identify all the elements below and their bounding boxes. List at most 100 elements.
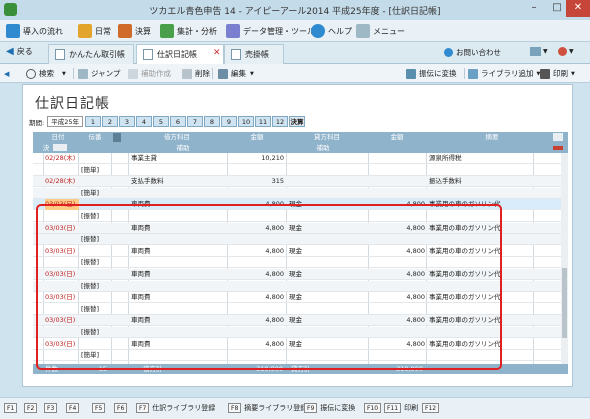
cell-date[interactable]: 02/28(木) xyxy=(45,176,79,187)
month-tab-6[interactable]: 6 xyxy=(169,116,186,127)
toggle-icon[interactable] xyxy=(53,144,67,151)
print-button[interactable]: 印刷 ▼ xyxy=(540,67,575,80)
header-debit-amount[interactable]: 金額 xyxy=(229,132,285,142)
cell-camount[interactable] xyxy=(370,165,425,176)
fkey-f4[interactable]: F4 xyxy=(66,403,82,413)
cell-slip[interactable] xyxy=(81,153,111,164)
assist-button[interactable]: 補助作成 xyxy=(128,67,171,80)
fkey-f3[interactable]: F3 xyxy=(44,403,60,413)
table-row[interactable]: [簡単] xyxy=(33,165,568,176)
search-button[interactable]: 検索 ▼ xyxy=(26,67,66,80)
cell-slip[interactable]: [簡単] xyxy=(81,165,111,176)
fkey-f5[interactable]: F5 xyxy=(92,403,108,413)
jump-button[interactable]: ジャンプ xyxy=(78,67,120,80)
menu-flow[interactable]: 導入の流れ xyxy=(6,23,63,39)
column-settings-icon[interactable] xyxy=(553,133,563,141)
cell-summary[interactable] xyxy=(429,165,533,176)
transfer-button[interactable]: 振伝に変換 xyxy=(406,67,457,80)
month-tab-2[interactable]: 2 xyxy=(101,116,118,127)
settings-dropdown[interactable]: ▼ xyxy=(530,47,548,56)
cell-damount[interactable]: 10,210 xyxy=(229,153,284,164)
menu-daily[interactable]: 日常 xyxy=(78,23,111,39)
month-tab-3[interactable]: 3 xyxy=(118,116,135,127)
delete-button[interactable]: 削除 xyxy=(182,67,210,80)
cell-summary[interactable] xyxy=(429,188,533,199)
header-summary[interactable]: 摘要 xyxy=(427,132,557,142)
header-debit-account[interactable]: 借方科目 xyxy=(129,132,225,142)
header-credit-account[interactable]: 貸方科目 xyxy=(287,132,367,142)
cell-slip[interactable]: [簡単] xyxy=(81,188,111,199)
cell-slip[interactable] xyxy=(81,176,111,187)
header-slip[interactable]: 伝番 xyxy=(81,132,109,142)
header-credit-sub: 補助 xyxy=(316,144,330,152)
menu-menu[interactable]: メニュー xyxy=(356,23,405,39)
table-row[interactable]: [簡単] xyxy=(33,187,568,199)
table-row[interactable]: 02/28(木) 事業主貸 10,210 源泉所得税 xyxy=(33,153,568,164)
cell-date[interactable] xyxy=(45,188,79,199)
cell-credit[interactable] xyxy=(289,176,367,187)
minimize-button[interactable]: – xyxy=(522,0,546,17)
collapse-arrow[interactable]: ◀ xyxy=(4,67,9,80)
menu-tools[interactable]: データ管理・ツール xyxy=(226,23,315,39)
cell-debit[interactable] xyxy=(131,188,225,199)
menu-label: 決算 xyxy=(135,26,151,36)
month-tab-7[interactable]: 7 xyxy=(186,116,203,127)
cell-damount[interactable] xyxy=(229,165,284,176)
month-tab-10[interactable]: 10 xyxy=(237,116,254,127)
month-tab-1[interactable]: 1 xyxy=(84,116,101,127)
scroll-thumb[interactable] xyxy=(562,268,567,338)
month-tab-settle[interactable]: 決算 xyxy=(288,116,305,127)
cell-credit[interactable] xyxy=(289,188,367,199)
cell-debit[interactable]: 事業主貸 xyxy=(131,153,225,164)
cell-damount[interactable] xyxy=(229,188,284,199)
cell-summary[interactable]: 振込手数料 xyxy=(429,176,533,187)
month-tab-8[interactable]: 8 xyxy=(203,116,220,127)
cell-credit[interactable] xyxy=(289,165,367,176)
receivable-icon xyxy=(231,49,241,60)
month-tab-5[interactable]: 5 xyxy=(152,116,169,127)
fkey-f6[interactable]: F6 xyxy=(114,403,130,413)
fkey-f8[interactable]: F8 摘要ライブラリ登録 xyxy=(228,403,307,413)
cell-damount[interactable]: 315 xyxy=(229,176,284,187)
fkey-f10[interactable]: F10 xyxy=(364,403,384,413)
cell-camount[interactable] xyxy=(370,188,425,199)
vertical-scrollbar[interactable] xyxy=(561,153,568,364)
month-tab-11[interactable]: 11 xyxy=(254,116,271,127)
month-tab-4[interactable]: 4 xyxy=(135,116,152,127)
header-date[interactable]: 日付 xyxy=(45,132,71,142)
inquiry-link[interactable]: お問い合わせ xyxy=(444,47,501,58)
fkey-f7[interactable]: F7 仕訳ライブラリ登録 xyxy=(136,403,215,413)
cell-debit[interactable]: 支払手数料 xyxy=(131,176,225,187)
cell-date[interactable] xyxy=(45,165,79,176)
cell-credit[interactable] xyxy=(289,153,367,164)
cell-debit[interactable] xyxy=(131,165,225,176)
cell-summary[interactable]: 源泉所得税 xyxy=(429,153,533,164)
fkey-f2[interactable]: F2 xyxy=(24,403,40,413)
cell-camount[interactable] xyxy=(370,153,425,164)
month-tab-9[interactable]: 9 xyxy=(220,116,237,127)
tab-journal[interactable]: 仕訳日記帳 xyxy=(136,44,224,64)
month-tab-12[interactable]: 12 xyxy=(271,116,288,127)
header-credit-amount[interactable]: 金額 xyxy=(369,132,425,142)
minus-icon[interactable] xyxy=(553,146,563,150)
fkey-f11[interactable]: F11 印刷 xyxy=(384,403,418,413)
edit-menu[interactable]: 編集 ▼ xyxy=(218,67,254,80)
fkey-f12[interactable]: F12 xyxy=(422,403,442,413)
period-dropdown[interactable]: 平成25年 xyxy=(47,116,83,127)
fkey-f1[interactable]: F1 xyxy=(4,403,20,413)
cell-camount[interactable] xyxy=(370,176,425,187)
tab-close-icon[interactable]: ✕ xyxy=(213,48,221,58)
color-dropdown[interactable]: ▼ xyxy=(558,47,574,56)
fkey-f9[interactable]: F9 振伝に変換 xyxy=(304,403,355,413)
menu-help[interactable]: ヘルプ xyxy=(311,23,352,39)
menu-settlement[interactable]: 決算 xyxy=(118,23,151,39)
menu-analysis[interactable]: 集計・分析 xyxy=(160,23,217,39)
back-button[interactable]: ◀ 戻る xyxy=(6,46,33,57)
library-add-button[interactable]: ライブラリ追加 ▼ xyxy=(468,67,540,80)
table-row[interactable]: 02/28(木) 支払手数料 315 振込手数料 xyxy=(33,176,568,188)
lock-icon[interactable] xyxy=(113,133,121,142)
tab-simple-ledger[interactable]: かんたん取引帳 xyxy=(48,44,134,64)
close-button[interactable]: ✕ xyxy=(566,0,590,17)
cell-date[interactable]: 02/28(木) xyxy=(45,153,79,164)
tab-receivable[interactable]: 売掛帳 xyxy=(224,44,284,64)
